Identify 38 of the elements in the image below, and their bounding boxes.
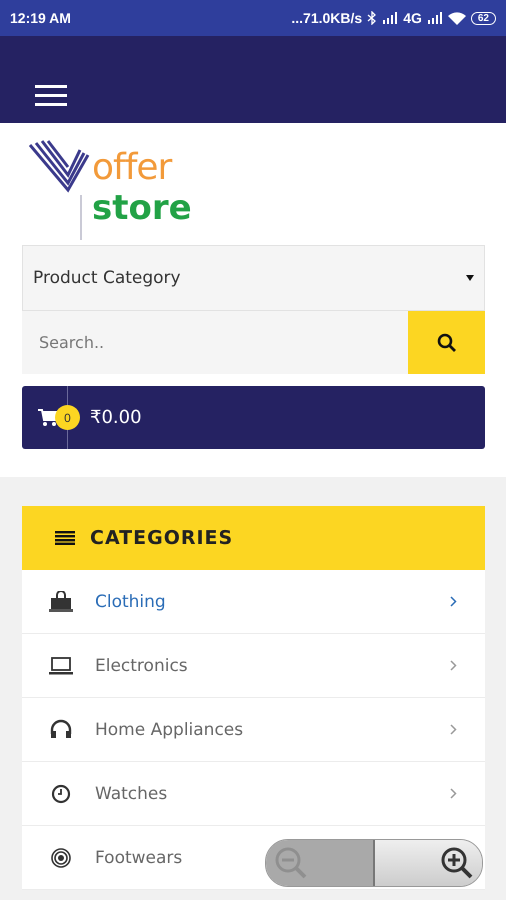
clock-icon [49,782,73,804]
search-icon [436,332,456,352]
category-item[interactable]: Watches [22,762,485,826]
logo-text: store [92,188,192,228]
chevron-icon [450,660,457,671]
signal-icon [426,12,443,24]
cart-icon [38,408,58,426]
zoom-in-button[interactable] [375,840,482,886]
target-icon [49,846,73,868]
category-item[interactable]: Clothing [22,570,485,634]
network-speed: ...71.0KB/s [291,10,362,26]
search-button[interactable] [408,311,485,374]
signal-icon [382,12,398,24]
zoom-out-icon [274,846,308,880]
chevron-icon [450,724,457,735]
category-item[interactable]: Electronics [22,634,485,698]
status-time: 12:19 AM [10,10,71,26]
laptop-icon [49,654,73,676]
cart-count-badge: 0 [55,405,80,430]
headphones-icon [49,718,73,740]
zoom-in-icon [440,846,474,880]
category-item[interactable]: Home Appliances [22,698,485,762]
network-type: 4G [403,10,422,26]
cart-button[interactable]: 0 ₹0.00 [22,386,485,449]
bag-icon [49,590,73,612]
dropdown-caret-icon [466,275,474,281]
category-dropdown[interactable]: Product Category [22,245,485,311]
list-icon [55,531,75,545]
wifi-icon [448,12,466,24]
search-field[interactable]: Search.. [22,311,408,374]
chevron-icon [450,788,457,799]
cart-total: ₹0.00 [90,407,142,428]
logo-text: offer [92,147,174,188]
menu-icon[interactable] [35,85,67,107]
battery-level: 62 [470,12,496,24]
categories-title: CATEGORIES [90,527,234,549]
bluetooth-icon [367,11,378,25]
chevron-icon [450,596,457,607]
